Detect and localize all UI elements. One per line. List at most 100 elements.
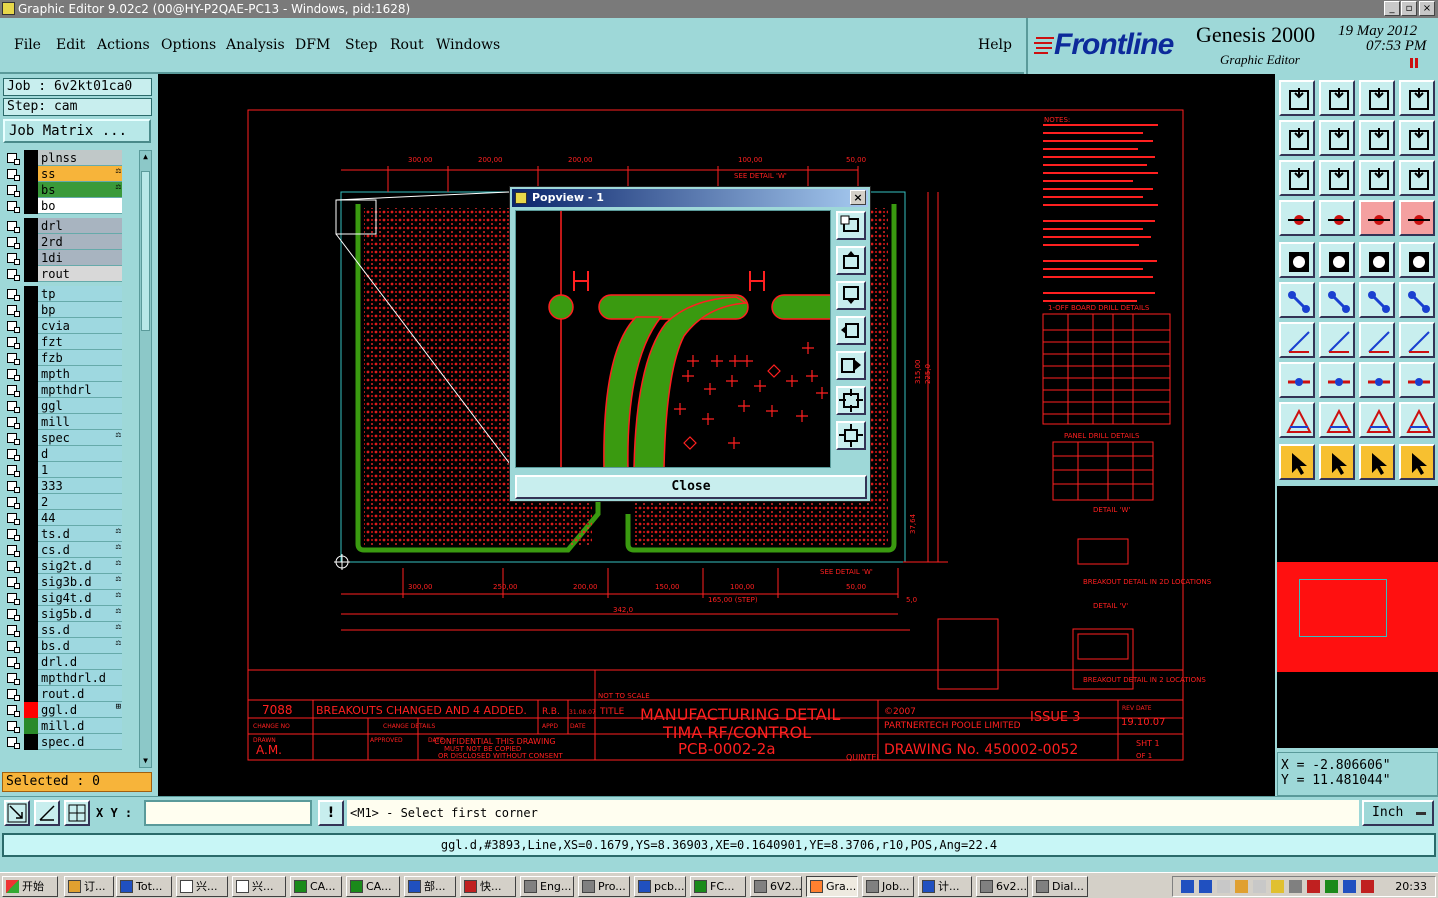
- layer-row-bo[interactable]: bo: [3, 198, 123, 214]
- layer-row-sig5b-d[interactable]: sig5b.d ⚖: [3, 606, 123, 622]
- layer-row-sig2t-d[interactable]: sig2t.d ⚖: [3, 558, 123, 574]
- layer-color-swatch[interactable]: [24, 718, 38, 734]
- taskbar-item[interactable]: 6V2...: [750, 876, 802, 897]
- layer-checkbox[interactable]: [7, 497, 20, 509]
- pad-delete-button[interactable]: [1279, 362, 1315, 398]
- layer-row-1[interactable]: 1: [3, 462, 123, 478]
- tray-icon[interactable]: [1361, 880, 1374, 893]
- layer-row-1di[interactable]: 1di: [3, 250, 123, 266]
- overview-viewport[interactable]: [1299, 579, 1387, 637]
- layer-row-ggl[interactable]: ggl: [3, 398, 123, 414]
- xy-input[interactable]: [144, 800, 312, 826]
- zoom-home-button[interactable]: [1279, 80, 1315, 116]
- zoom-fit-button[interactable]: [1279, 160, 1315, 196]
- layer-row-fzb[interactable]: fzb: [3, 350, 123, 366]
- layer-checkbox[interactable]: [7, 625, 20, 637]
- tri-warn-button[interactable]: [1279, 402, 1315, 438]
- popview-pan-down-button[interactable]: [836, 281, 866, 310]
- layer-checkbox[interactable]: [7, 529, 20, 541]
- taskbar-item[interactable]: Gra...: [806, 876, 858, 897]
- layer-row-ss-d[interactable]: ss.d ⚖: [3, 622, 123, 638]
- layer-row-mpthdrl-d[interactable]: mpthdrl.d: [3, 670, 123, 686]
- layer-checkbox[interactable]: [7, 513, 20, 525]
- layer-row-spec-d[interactable]: spec.d: [3, 734, 123, 750]
- net-highlight-button[interactable]: [1279, 282, 1315, 318]
- tray-icon[interactable]: [1271, 880, 1284, 893]
- layer-row-44[interactable]: 44: [3, 510, 123, 526]
- menu-analysis[interactable]: Analysis: [226, 37, 285, 53]
- layer-color-swatch[interactable]: [24, 250, 38, 266]
- scale-1-2-button[interactable]: [1359, 160, 1395, 196]
- layer-color-swatch[interactable]: [24, 198, 38, 214]
- layer-color-swatch[interactable]: [24, 350, 38, 366]
- layer-color-swatch[interactable]: [24, 622, 38, 638]
- layer-color-swatch[interactable]: [24, 218, 38, 234]
- layer-row-bp[interactable]: bp: [3, 302, 123, 318]
- layer-color-swatch[interactable]: [24, 558, 38, 574]
- start-button[interactable]: 开始: [2, 876, 58, 897]
- taskbar-item[interactable]: Dial...: [1032, 876, 1088, 897]
- popview-close-button[interactable]: Close: [515, 475, 867, 499]
- window-split-button[interactable]: [1399, 80, 1435, 116]
- snap-settings-button[interactable]: [1279, 200, 1315, 236]
- popview-pan-left-button[interactable]: [836, 316, 866, 345]
- layer-compare-button[interactable]: [1399, 200, 1435, 236]
- scroll-down-arrow-icon[interactable]: ▼: [141, 755, 150, 767]
- fill-mode-button[interactable]: [1279, 242, 1315, 278]
- layer-checkbox[interactable]: [7, 353, 20, 365]
- layer-row-drl-d[interactable]: drl.d: [3, 654, 123, 670]
- add-pad-button[interactable]: [1359, 282, 1395, 318]
- layer-row-fzt[interactable]: fzt: [3, 334, 123, 350]
- layer-signal-button[interactable]: [1359, 200, 1395, 236]
- overview-map[interactable]: [1277, 486, 1438, 748]
- layer-color-swatch[interactable]: [24, 318, 38, 334]
- popview-close-icon[interactable]: ×: [850, 190, 866, 205]
- layer-checkbox[interactable]: [7, 201, 20, 213]
- font-tool-button[interactable]: [1399, 322, 1435, 358]
- pan-left-button[interactable]: [1279, 120, 1315, 156]
- tray-icon[interactable]: [1325, 880, 1338, 893]
- layer-checkbox[interactable]: [7, 737, 20, 749]
- home-button[interactable]: [1359, 80, 1395, 116]
- layer-color-swatch[interactable]: [24, 150, 38, 166]
- tri-c-button[interactable]: [1399, 402, 1435, 438]
- popview-zoom-out-button[interactable]: [836, 421, 866, 450]
- layer-checkbox[interactable]: [7, 337, 20, 349]
- layer-checkbox[interactable]: [7, 237, 20, 249]
- layer-color-swatch[interactable]: [24, 574, 38, 590]
- layer-checkbox[interactable]: [7, 577, 20, 589]
- measure-angle-button[interactable]: [1279, 322, 1315, 358]
- layer-color-swatch[interactable]: [24, 366, 38, 382]
- popview-zoom-view[interactable]: [515, 210, 831, 468]
- layer-checkbox[interactable]: [7, 465, 20, 477]
- layer-color-swatch[interactable]: [24, 302, 38, 318]
- layer-color-swatch[interactable]: [24, 266, 38, 282]
- pan-down-button[interactable]: [1319, 80, 1355, 116]
- tray-icon[interactable]: [1343, 880, 1356, 893]
- popview-zoom-in-button[interactable]: [836, 386, 866, 415]
- job-matrix-button[interactable]: Job Matrix ...: [3, 119, 151, 143]
- layer-color-swatch[interactable]: [24, 446, 38, 462]
- layer-checkbox[interactable]: [7, 689, 20, 701]
- popview-title-bar[interactable]: Popview - 1 ×: [512, 189, 868, 207]
- ruler-button[interactable]: [1359, 242, 1395, 278]
- undo-view-button[interactable]: [1399, 120, 1435, 156]
- pointer-circle-button[interactable]: [1359, 444, 1395, 480]
- layer-row-spec[interactable]: spec ⚖: [3, 430, 123, 446]
- layer-checkbox[interactable]: [7, 385, 20, 397]
- layer-checkbox[interactable]: [7, 657, 20, 669]
- layer-row-rout[interactable]: rout: [3, 266, 123, 282]
- taskbar-item[interactable]: CA...: [346, 876, 400, 897]
- layer-row-mill-d[interactable]: mill.d: [3, 718, 123, 734]
- taskbar-item[interactable]: Eng...: [520, 876, 574, 897]
- taskbar-item[interactable]: Tot...: [116, 876, 172, 897]
- outline-mode-button[interactable]: [1319, 242, 1355, 278]
- snap-mode-button[interactable]: [4, 800, 30, 826]
- layer-color-swatch[interactable]: [24, 462, 38, 478]
- help-query-button[interactable]: [1399, 160, 1435, 196]
- minimize-button[interactable]: _: [1384, 1, 1400, 16]
- zoom-in-button[interactable]: [1319, 160, 1355, 196]
- rotate-button[interactable]: [1359, 322, 1395, 358]
- layer-checkbox[interactable]: [7, 253, 20, 265]
- layer-color-swatch[interactable]: [24, 654, 38, 670]
